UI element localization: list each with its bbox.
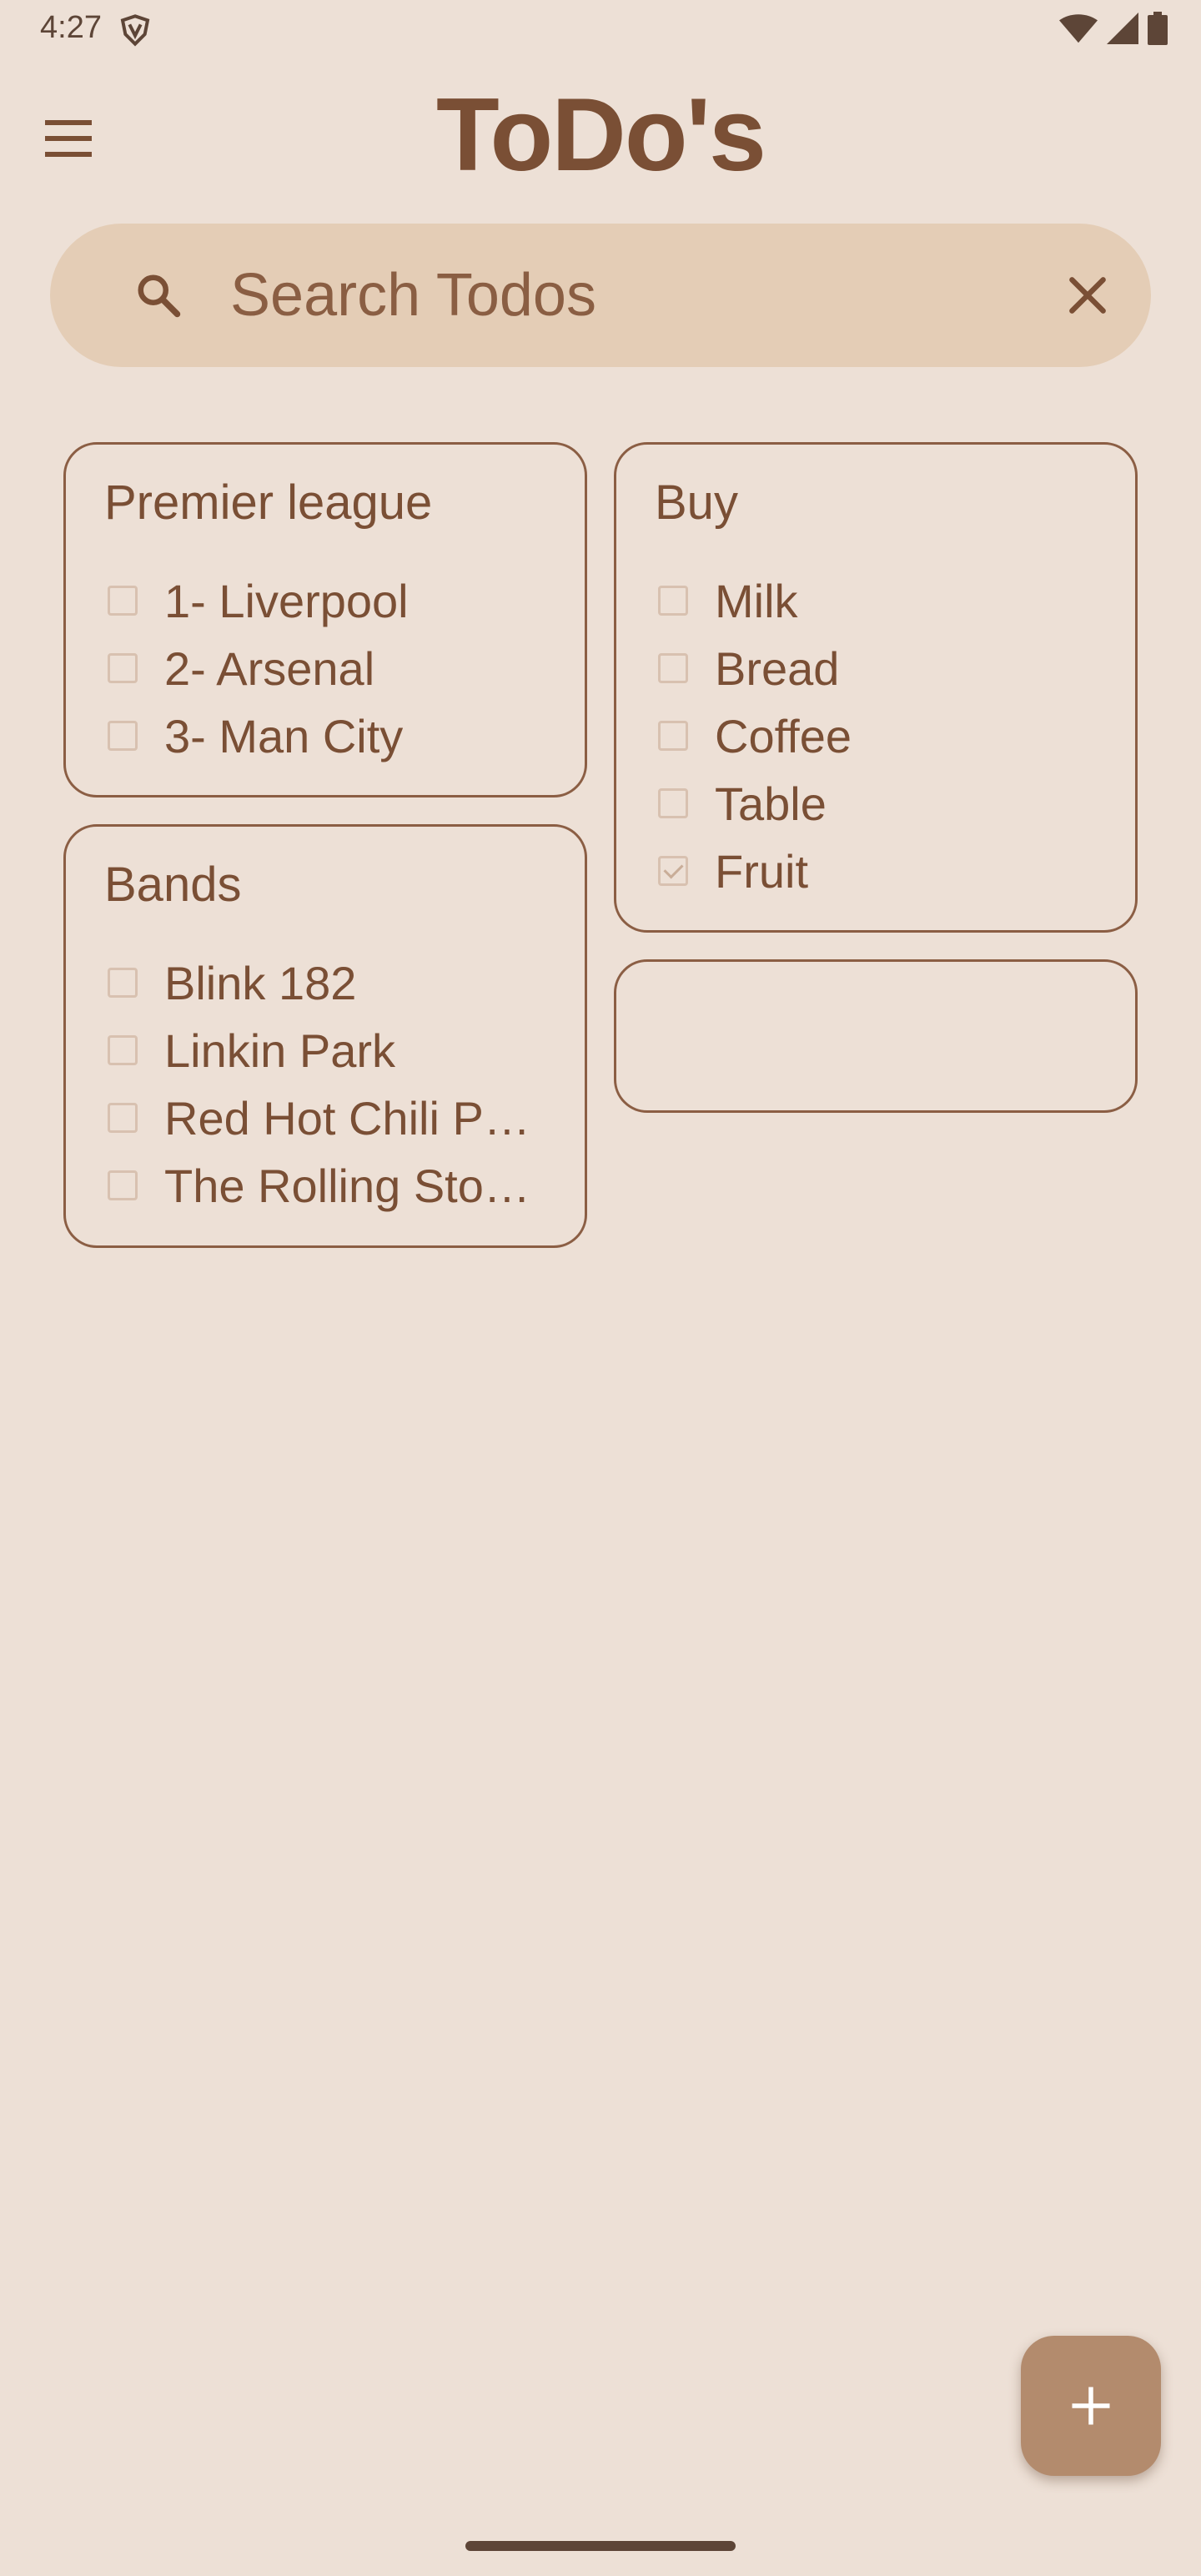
todo-checkbox-checked[interactable]	[658, 856, 688, 886]
todo-checkbox[interactable]	[108, 968, 138, 998]
todo-text: Red Hot Chili Peppers	[164, 1091, 531, 1145]
todo-checkbox[interactable]	[108, 1103, 138, 1133]
todo-item: 2- Arsenal	[108, 639, 374, 697]
todo-text: Fruit	[715, 844, 808, 898]
search-input[interactable]	[180, 257, 1064, 334]
status-bar: 4:27	[0, 0, 1201, 60]
status-icons	[1059, 12, 1168, 45]
todo-item: Bread	[658, 639, 839, 697]
card-title: Premier league	[104, 475, 433, 530]
todo-text: The Rolling Stones	[164, 1159, 531, 1212]
card-title: Buy	[655, 475, 738, 530]
wifi-icon	[1059, 14, 1098, 43]
todo-checkbox[interactable]	[658, 721, 688, 751]
todo-item: Milk	[658, 571, 798, 630]
todo-text: Linkin Park	[164, 1024, 396, 1077]
todo-item: Linkin Park	[108, 1021, 395, 1079]
vpn-shield-icon	[120, 14, 150, 47]
todo-checkbox[interactable]	[658, 788, 688, 818]
home-indicator[interactable]	[465, 2541, 736, 2551]
todo-item: 1- Liverpool	[108, 571, 409, 630]
todo-checkbox[interactable]	[108, 1170, 138, 1200]
todo-item: Blink 182	[108, 953, 356, 1012]
todo-card-buy[interactable]: Buy Milk Bread Coffee Table Fruit	[614, 442, 1138, 933]
todo-card-empty[interactable]	[614, 959, 1138, 1113]
search-bar[interactable]	[50, 224, 1151, 367]
status-time: 4:27	[40, 10, 102, 45]
page-title: ToDo's	[435, 78, 766, 193]
todo-text: 2- Arsenal	[164, 641, 375, 695]
todo-item: Fruit	[658, 842, 808, 900]
todo-text: Bread	[715, 641, 840, 695]
todo-text: 3- Man City	[164, 709, 404, 762]
todo-item: Red Hot Chili Peppers	[108, 1089, 531, 1147]
todo-item: 3- Man City	[108, 707, 403, 765]
signal-icon	[1107, 13, 1138, 44]
search-icon	[138, 274, 181, 318]
todo-item: Table	[658, 774, 827, 833]
todo-checkbox[interactable]	[108, 721, 138, 751]
todo-checkbox[interactable]	[658, 653, 688, 683]
todo-text: Table	[715, 777, 827, 830]
add-todo-button[interactable]	[1021, 2336, 1161, 2476]
todo-text: Blink 182	[164, 956, 357, 1009]
todo-item: Coffee	[658, 707, 852, 765]
todo-text: 1- Liverpool	[164, 574, 409, 627]
todo-checkbox[interactable]	[108, 1035, 138, 1065]
todo-checkbox[interactable]	[108, 653, 138, 683]
todo-item: The Rolling Stones	[108, 1156, 531, 1215]
todo-card-bands[interactable]: Bands Blink 182 Linkin Park Red Hot Chil…	[63, 824, 587, 1248]
plus-icon	[1072, 2387, 1110, 2425]
todo-card-premier-league[interactable]: Premier league 1- Liverpool 2- Arsenal 3…	[63, 442, 587, 797]
battery-icon	[1148, 12, 1168, 45]
close-icon[interactable]	[1061, 269, 1114, 322]
card-title: Bands	[104, 858, 242, 912]
todo-text: Coffee	[715, 709, 852, 762]
todo-text: Milk	[715, 574, 798, 627]
todo-checkbox[interactable]	[108, 586, 138, 616]
todo-checkbox[interactable]	[658, 586, 688, 616]
